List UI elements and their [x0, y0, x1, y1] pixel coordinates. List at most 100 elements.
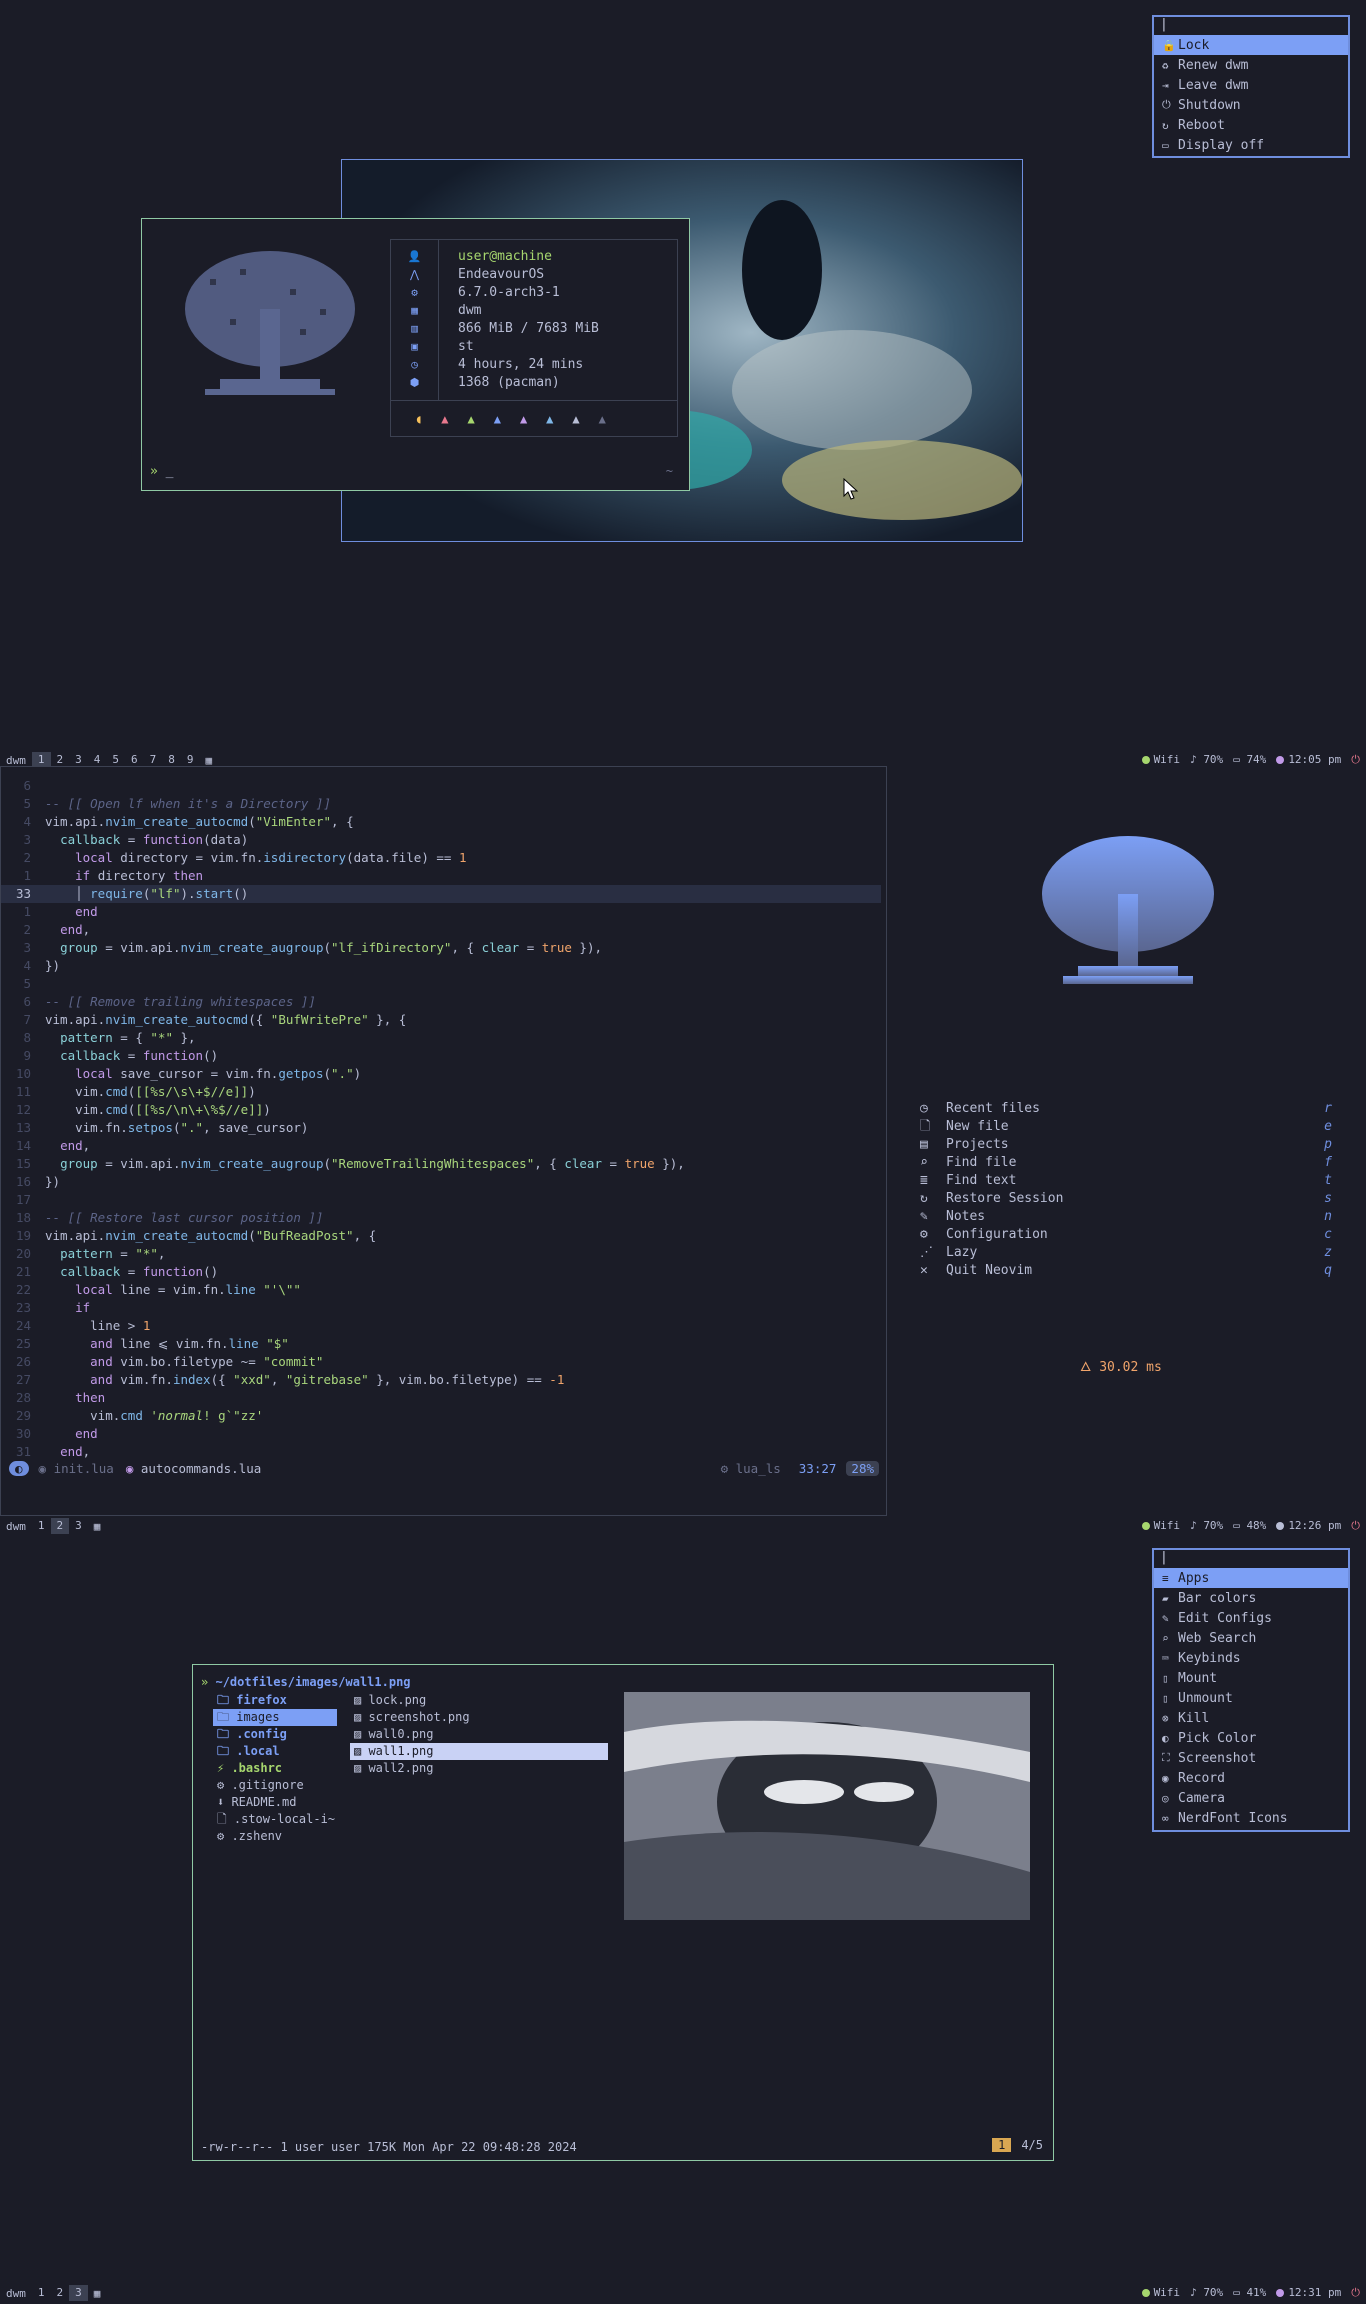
- nvim-window: 6 5 -- [[ Open lf when it's a Directory ]…: [0, 766, 887, 1516]
- power-menu-input[interactable]: |: [1154, 17, 1348, 35]
- volume-indicator[interactable]: ♪ 70%: [1190, 1519, 1223, 1533]
- tag-3[interactable]: 3: [69, 2285, 88, 2301]
- wifi-indicator[interactable]: Wifi: [1141, 753, 1180, 767]
- tag-1[interactable]: 1: [32, 2285, 51, 2301]
- ghost-icon: ▲: [467, 412, 475, 426]
- tag-1[interactable]: 1: [32, 1518, 51, 1534]
- ghost-icon: ▲: [572, 412, 580, 426]
- dashboard-item-find-file[interactable]: ⌕ Find file f: [920, 1154, 1332, 1172]
- readme-icon: ⬇: [217, 1795, 232, 1809]
- battery-indicator[interactable]: ▭ 74%: [1233, 753, 1266, 767]
- lf-entry[interactable]: ⚡ .bashrc: [213, 1760, 337, 1777]
- battery-indicator[interactable]: ▭ 41%: [1233, 2286, 1266, 2300]
- dashboard-item-lazy[interactable]: ⋰ Lazy z: [920, 1244, 1332, 1262]
- power-menu-item-shutdown[interactable]: ⏻ Shutdown: [1154, 95, 1348, 115]
- apps-menu-item-apps[interactable]: ≡ Apps: [1154, 1568, 1348, 1588]
- dashboard-item-label: Quit Neovim: [946, 1263, 1033, 1278]
- dashboard-item-key: z: [1324, 1245, 1332, 1260]
- power-menu-item-display-off[interactable]: ▭ Display off: [1154, 135, 1348, 155]
- volume-indicator[interactable]: ♪ 70%: [1190, 753, 1223, 767]
- lf-entry[interactable]: 🗋 .stow-local-i~: [213, 1811, 337, 1828]
- dashboard-item-new-file[interactable]: 🗋 New file e: [920, 1118, 1332, 1136]
- apps-menu-item-edit-configs[interactable]: ✎ Edit Configs: [1154, 1608, 1348, 1628]
- clock-indicator[interactable]: 12:31 pm: [1276, 2286, 1341, 2300]
- clock-indicator[interactable]: 12:05 pm: [1276, 753, 1341, 767]
- power-menu-item-leave-dwm[interactable]: ⇥ Leave dwm: [1154, 75, 1348, 95]
- camera-icon: ◎: [1162, 1791, 1169, 1805]
- tree-logo-icon: [185, 251, 355, 395]
- lf-entry[interactable]: ⚙ .gitignore: [213, 1777, 337, 1794]
- dashboard-item-quit-neovim[interactable]: ✕ Quit Neovim q: [920, 1262, 1332, 1280]
- dashboard-item-notes[interactable]: ✎ Notes n: [920, 1208, 1332, 1226]
- lf-image-entry[interactable]: ▨ lock.png: [350, 1692, 608, 1709]
- dashboard-item-projects[interactable]: ▤ Projects p: [920, 1136, 1332, 1154]
- buffer-tab-autocommands[interactable]: ◉ autocommands.lua: [126, 1461, 261, 1476]
- apps-menu-item-web-search[interactable]: ⌕ Web Search: [1154, 1628, 1348, 1648]
- apps-menu-item-keybinds[interactable]: ⌨ Keybinds: [1154, 1648, 1348, 1668]
- lf-entry[interactable]: 🗀 firefox: [213, 1692, 337, 1709]
- dashboard-item-restore-session[interactable]: ↻ Restore Session s: [920, 1190, 1332, 1208]
- close-icon: ✕: [920, 1263, 928, 1278]
- lf-entry[interactable]: 🗀 images: [213, 1709, 337, 1726]
- lf-entry[interactable]: 🗀 .config: [213, 1726, 337, 1743]
- code-area[interactable]: 6 5 -- [[ Open lf when it's a Directory ]…: [1, 777, 881, 1461]
- apps-menu-item-record[interactable]: ◉ Record: [1154, 1768, 1348, 1788]
- apps-menu-item-kill[interactable]: ⊗ Kill: [1154, 1708, 1348, 1728]
- battery-indicator[interactable]: ▭ 48%: [1233, 1519, 1266, 1533]
- apps-menu-item-bar-colors[interactable]: ▰ Bar colors: [1154, 1588, 1348, 1608]
- apps-menu-item-screenshot[interactable]: ⛶ Screenshot: [1154, 1748, 1348, 1768]
- layout-icon[interactable]: ▦: [88, 1520, 107, 1533]
- buffer-tab-init[interactable]: ◉ init.lua: [39, 1461, 114, 1476]
- lf-entry[interactable]: 🗀 .local: [213, 1743, 337, 1760]
- clock-indicator[interactable]: 12:26 pm: [1276, 1519, 1341, 1533]
- power-icon[interactable]: ⏻: [1351, 2286, 1360, 2300]
- clock-icon: ◷: [920, 1101, 928, 1116]
- tag-2[interactable]: 2: [50, 1518, 70, 1534]
- lf-image-entry[interactable]: ▨ wall2.png: [350, 1760, 608, 1777]
- tag-2[interactable]: 2: [51, 2285, 70, 2301]
- lf-entry[interactable]: ⚙ .zshenv: [213, 1828, 337, 1845]
- power-menu-item-lock[interactable]: 🔒 Lock: [1154, 35, 1348, 55]
- apps-menu-item-nerdfont-icons[interactable]: ∞ NerdFont Icons: [1154, 1808, 1348, 1828]
- apps-menu-item-label: Web Search: [1178, 1630, 1257, 1646]
- wifi-indicator[interactable]: Wifi: [1141, 2286, 1180, 2300]
- lf-entry-label: .stow-local-i~: [233, 1812, 336, 1826]
- apps-menu-item-mount[interactable]: ▯ Mount: [1154, 1668, 1348, 1688]
- mode-icon: ◐: [9, 1460, 29, 1476]
- prompt[interactable]: » _: [150, 464, 173, 479]
- layout-icon[interactable]: ▦: [88, 2287, 107, 2300]
- dashboard-item-recent-files[interactable]: ◷ Recent files r: [920, 1100, 1332, 1118]
- dashboard-item-configuration[interactable]: ⚙ Configuration c: [920, 1226, 1332, 1244]
- volume-indicator[interactable]: ♪ 70%: [1190, 2286, 1223, 2300]
- power-icon[interactable]: ⏻: [1351, 753, 1360, 767]
- tag-3[interactable]: 3: [69, 1518, 88, 1534]
- dashboard-item-find-text[interactable]: ≣ Find text t: [920, 1172, 1332, 1190]
- power-icon[interactable]: ⏻: [1351, 1519, 1360, 1533]
- apps-menu-item-label: Kill: [1178, 1710, 1210, 1726]
- power-menu-item-renew-dwm[interactable]: ♻ Renew dwm: [1154, 55, 1348, 75]
- dashboard-item-key: n: [1324, 1209, 1332, 1224]
- distro-icon: ⋀: [409, 268, 420, 281]
- power-menu-item-reboot[interactable]: ↻ Reboot: [1154, 115, 1348, 135]
- apps-menu-item-label: Keybinds: [1178, 1650, 1241, 1666]
- apps-menu-item-pick-color[interactable]: ◐ Pick Color: [1154, 1728, 1348, 1748]
- apps-menu-item-unmount[interactable]: ▯ Unmount: [1154, 1688, 1348, 1708]
- lf-entry[interactable]: ⬇ README.md: [213, 1794, 337, 1811]
- layout-icon[interactable]: ▦: [200, 754, 219, 767]
- lf-image-entry[interactable]: ▨ screenshot.png: [350, 1709, 608, 1726]
- folder-icon: 🗀: [217, 1693, 237, 1707]
- apps-menu-input[interactable]: |: [1154, 1550, 1348, 1568]
- folder-icon: 🗀: [217, 1710, 237, 1724]
- search-icon: ⌕: [1162, 1631, 1169, 1645]
- ghost-icon: ▲: [598, 412, 606, 426]
- dashboard-item-label: Lazy: [946, 1245, 978, 1260]
- lf-image-entry[interactable]: ▨ wall0.png: [350, 1726, 608, 1743]
- lf-image-entry[interactable]: ▨ wall1.png: [350, 1743, 608, 1760]
- nvim-dashboard: ◷ Recent files r 🗋 New file e ▤ Projects p ⌕ Find …: [890, 766, 1366, 1516]
- fetch-line: ⚙ 6.7.0-arch3-1: [391, 284, 677, 302]
- apps-menu-item-label: Edit Configs: [1178, 1610, 1272, 1626]
- apps-menu-item-label: Apps: [1178, 1570, 1210, 1586]
- mouse-pointer-icon: [843, 478, 859, 500]
- wifi-indicator[interactable]: Wifi: [1141, 1519, 1180, 1533]
- apps-menu-item-camera[interactable]: ◎ Camera: [1154, 1788, 1348, 1808]
